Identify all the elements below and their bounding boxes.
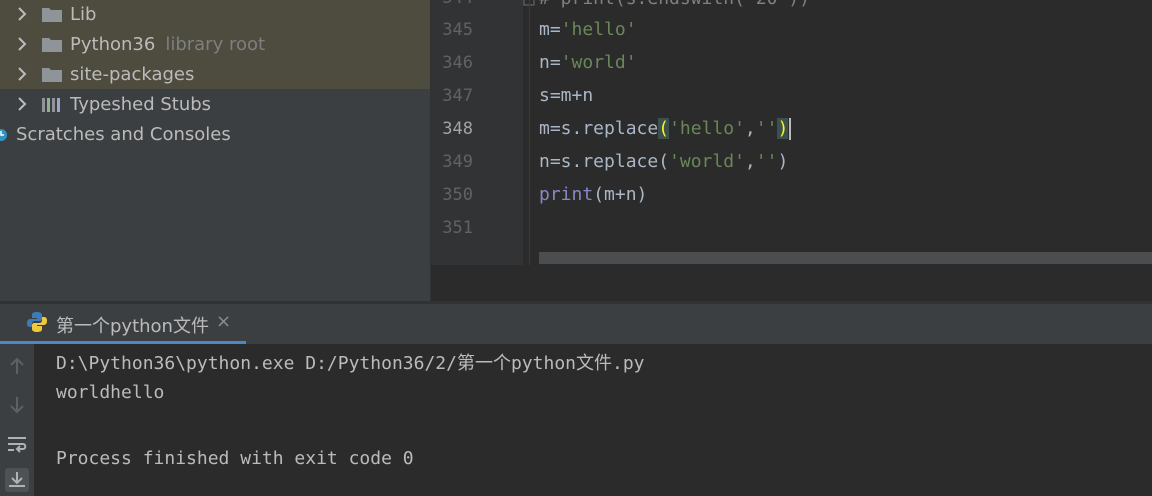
line-number-gutter: 344 345 346 347 348 349 350 351 — [431, 0, 523, 265]
console-line: Process finished with exit code 0 — [56, 448, 414, 469]
tree-item-scratches[interactable]: Scratches and Consoles — [0, 119, 430, 149]
scroll-up-button[interactable] — [5, 354, 29, 378]
soft-wrap-button[interactable] — [5, 432, 29, 456]
line-number: 344 — [431, 0, 473, 8]
tree-item-label: site-packages — [70, 63, 195, 85]
string-literal: 'world' — [560, 52, 637, 73]
chevron-right-icon[interactable] — [14, 6, 30, 22]
code-token: m=s.replace — [539, 118, 659, 139]
run-tab-label: 第一个python文件 — [56, 316, 209, 337]
tree-item-python36[interactable]: Python36 library root — [0, 29, 430, 59]
console-line: D:\Python36\python.exe D:/Python36/2/第一个… — [56, 353, 645, 374]
editor-empty-area — [431, 265, 1152, 301]
scroll-to-end-icon — [9, 472, 25, 487]
builtin-token: print — [539, 184, 594, 205]
tree-item-lib[interactable]: Lib — [0, 0, 430, 29]
code-token: n= — [539, 52, 561, 73]
console-line: worldhello — [56, 382, 165, 403]
line-number: 351 — [442, 218, 473, 238]
code-token: ) — [777, 151, 789, 172]
close-icon[interactable]: × — [216, 311, 231, 332]
string-literal: 'hello' — [669, 118, 745, 139]
folder-icon — [42, 67, 62, 82]
tree-item-typeshed-stubs[interactable]: Typeshed Stubs — [0, 89, 430, 119]
scroll-to-end-button[interactable] — [5, 468, 29, 492]
code-token: s=m+n — [539, 85, 594, 106]
line-number: 345 — [442, 20, 473, 40]
matched-bracket: ) — [777, 118, 789, 139]
code-line-346: n='world' — [539, 52, 637, 73]
library-root-hint: library root — [165, 33, 266, 55]
arrow-up-icon — [10, 357, 24, 374]
run-tab[interactable]: 第一个python文件 × — [0, 304, 246, 344]
folder-icon — [42, 7, 62, 22]
line-number: 349 — [442, 152, 473, 172]
code-line-350: print(m+n) — [539, 184, 647, 205]
line-number-current: 348 — [442, 119, 473, 139]
chevron-right-icon[interactable] — [14, 96, 30, 112]
string-literal: 'world' — [669, 151, 745, 172]
scroll-down-button[interactable] — [5, 393, 29, 417]
line-number: 347 — [442, 86, 473, 106]
tree-item-label: Typeshed Stubs — [70, 93, 212, 115]
string-literal: '' — [755, 118, 778, 139]
soft-wrap-icon — [8, 437, 27, 453]
scratches-clock-icon — [0, 129, 7, 141]
project-tree-panel: Lib Python36 library root site-packages T… — [0, 0, 430, 301]
string-literal: '' — [755, 151, 778, 172]
tree-item-site-packages[interactable]: site-packages — [0, 59, 430, 89]
line-number: 350 — [442, 185, 473, 205]
matched-bracket: ( — [658, 118, 670, 139]
code-line-348: m=s.replace('hello','') — [539, 118, 792, 140]
library-icon — [42, 97, 60, 112]
folder-icon — [42, 37, 62, 52]
console-toolbar — [0, 344, 34, 496]
code-line-345: m='hello' — [539, 19, 637, 40]
fold-guide — [529, 0, 530, 265]
chevron-right-icon[interactable] — [14, 66, 30, 82]
horizontal-scrollbar[interactable] — [539, 252, 1152, 264]
python-icon — [27, 312, 47, 332]
tree-item-label: Python36 — [70, 33, 156, 55]
code-line-comment: # print(s.endswith('20')) — [539, 0, 810, 9]
code-token: , — [744, 151, 756, 172]
arrow-down-icon — [10, 397, 24, 414]
code-token: , — [744, 118, 756, 139]
string-literal: 'hello' — [560, 19, 637, 40]
code-line-349: n=s.replace('world','') — [539, 151, 788, 172]
chevron-right-icon[interactable] — [14, 36, 30, 52]
code-editor[interactable]: 344 345 346 347 348 349 350 351 # print(… — [431, 0, 1152, 301]
console-output[interactable]: D:\Python36\python.exe D:/Python36/2/第一个… — [34, 344, 1152, 496]
code-token: (m+n) — [593, 184, 648, 205]
code-token: n=s.replace( — [539, 151, 670, 172]
tree-item-label: Lib — [70, 3, 97, 25]
text-caret — [789, 118, 792, 140]
code-line-347: s=m+n — [539, 85, 593, 106]
line-number: 346 — [442, 53, 473, 73]
tree-item-label: Scratches and Consoles — [16, 123, 231, 145]
run-tab-bar: 第一个python文件 × — [0, 304, 1152, 344]
code-token: m= — [539, 19, 561, 40]
